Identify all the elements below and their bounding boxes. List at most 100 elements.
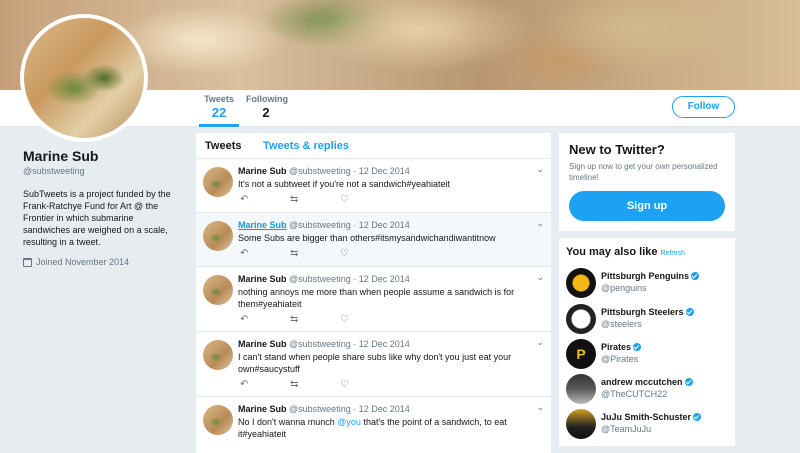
signup-title: New to Twitter? bbox=[569, 142, 665, 157]
heart-icon[interactable]: ♡ bbox=[340, 314, 390, 325]
profile-card: Marine Sub @substweeting SubTweets is a … bbox=[23, 148, 183, 267]
follow-button[interactable]: Follow bbox=[672, 96, 735, 118]
tweet-actions: ↶ ⇆ ♡ bbox=[240, 194, 390, 205]
reply-icon[interactable]: ↶ bbox=[240, 379, 290, 390]
suggestions-card: You may also like Refresh Pittsburgh Peng… bbox=[559, 238, 735, 446]
account-handle[interactable]: @TheCUTCH22 bbox=[601, 389, 667, 399]
tweet-author-handle[interactable]: @substweeting bbox=[289, 404, 351, 414]
tweet-avatar[interactable] bbox=[203, 221, 233, 251]
reply-icon[interactable]: ↶ bbox=[240, 314, 290, 325]
avatar[interactable]: P bbox=[566, 339, 596, 369]
heart-icon[interactable]: ♡ bbox=[340, 379, 390, 390]
chevron-down-icon[interactable]: ⌄ bbox=[536, 164, 544, 175]
tweet-author-name[interactable]: Marine Sub bbox=[238, 166, 287, 176]
verified-badge-icon bbox=[693, 413, 702, 421]
timeline-tabs: Tweets Tweets & replies bbox=[196, 133, 551, 159]
tweet-avatar[interactable] bbox=[203, 405, 233, 435]
tweet-date[interactable]: 12 Dec 2014 bbox=[359, 166, 410, 176]
tweet-avatar[interactable] bbox=[203, 167, 233, 197]
retweet-icon[interactable]: ⇆ bbox=[290, 314, 340, 325]
avatar[interactable] bbox=[566, 268, 596, 298]
reply-icon[interactable]: ↶ bbox=[240, 194, 290, 205]
tweet[interactable]: Marine Sub @substweeting · 12 Dec 2014 ⌄… bbox=[196, 397, 551, 453]
tweet-header: Marine Sub @substweeting · 12 Dec 2014 bbox=[238, 404, 410, 414]
tweet-author-name[interactable]: Marine Sub bbox=[238, 274, 287, 284]
tweet-date[interactable]: 12 Dec 2014 bbox=[359, 339, 410, 349]
account-name[interactable]: JuJu Smith-Schuster bbox=[601, 412, 691, 422]
account-handle[interactable]: @Pirates bbox=[601, 354, 638, 364]
profile-name[interactable]: Marine Sub bbox=[23, 148, 183, 164]
profile-avatar[interactable] bbox=[20, 14, 148, 142]
tweets-stat-value: 22 bbox=[211, 105, 227, 120]
tweet[interactable]: Marine Sub @substweeting · 12 Dec 2014 ⌄… bbox=[196, 267, 551, 332]
signup-description: Sign up now to get your own personalized… bbox=[569, 162, 718, 182]
retweet-icon[interactable]: ⇆ bbox=[290, 194, 340, 205]
tweet[interactable]: Marine Sub @substweeting · 12 Dec 2014 ⌄… bbox=[196, 213, 551, 267]
verified-badge-icon bbox=[685, 308, 694, 316]
profile-handle[interactable]: @substweeting bbox=[23, 166, 183, 176]
avatar[interactable] bbox=[566, 304, 596, 334]
suggestions-title: You may also like bbox=[566, 246, 658, 258]
following-stat-value: 2 bbox=[262, 105, 270, 120]
chevron-down-icon[interactable]: ⌄ bbox=[536, 402, 544, 413]
tweet-text: I can't stand when people share subs lik… bbox=[238, 352, 512, 374]
tweets-stat-label: Tweets bbox=[204, 94, 234, 104]
tweet-text: Some Subs are bigger than others#itsmysa… bbox=[238, 233, 496, 243]
reply-icon[interactable]: ↶ bbox=[240, 248, 290, 259]
heart-icon[interactable]: ♡ bbox=[340, 194, 390, 205]
tweet-text-part: No I don't wanna munch bbox=[238, 417, 338, 427]
tweet-date[interactable]: 12 Dec 2014 bbox=[359, 274, 410, 284]
account-name[interactable]: andrew mccutchen bbox=[601, 377, 683, 387]
suggested-account[interactable]: P Pirates @Pirates bbox=[566, 339, 731, 372]
timeline: Tweets Tweets & replies Marine Sub @subs… bbox=[196, 133, 551, 453]
account-handle[interactable]: @steelers bbox=[601, 319, 642, 329]
calendar-icon bbox=[23, 257, 32, 267]
joined-text: Joined November 2014 bbox=[36, 257, 130, 267]
suggested-account[interactable]: Pittsburgh Penguins @penguins bbox=[566, 268, 731, 301]
chevron-down-icon[interactable]: ⌄ bbox=[536, 337, 544, 348]
account-name[interactable]: Pittsburgh Penguins bbox=[601, 271, 689, 281]
tweet-date[interactable]: 12 Dec 2014 bbox=[359, 220, 410, 230]
tab-tweets[interactable]: Tweets bbox=[205, 140, 241, 152]
heart-icon[interactable]: ♡ bbox=[340, 248, 390, 259]
refresh-link[interactable]: Refresh bbox=[661, 250, 686, 257]
chevron-down-icon[interactable]: ⌄ bbox=[536, 272, 544, 283]
tweet-actions: ↶ ⇆ ♡ bbox=[240, 379, 390, 390]
tab-tweets-and-replies[interactable]: Tweets & replies bbox=[263, 140, 349, 152]
tweet-author-handle[interactable]: @substweeting bbox=[289, 166, 351, 176]
signup-button[interactable]: Sign up bbox=[569, 191, 725, 221]
tweet-author-handle[interactable]: @substweeting bbox=[289, 274, 351, 284]
retweet-icon[interactable]: ⇆ bbox=[290, 379, 340, 390]
tweet-text: No I don't wanna munch @you that's the p… bbox=[238, 416, 518, 440]
suggested-account[interactable]: JuJu Smith-Schuster @TeamJuJu bbox=[566, 409, 731, 442]
verified-badge-icon bbox=[684, 378, 693, 386]
tweet-author-name[interactable]: Marine Sub bbox=[238, 404, 287, 414]
tweet-mention[interactable]: @you bbox=[337, 417, 361, 427]
tweet-avatar[interactable] bbox=[203, 340, 233, 370]
tweets-stat[interactable]: Tweets 22 bbox=[199, 94, 239, 127]
avatar[interactable] bbox=[566, 374, 596, 404]
account-name[interactable]: Pirates bbox=[601, 342, 631, 352]
chevron-down-icon[interactable]: ⌄ bbox=[536, 218, 544, 229]
tweet[interactable]: Marine Sub @substweeting · 12 Dec 2014 ⌄… bbox=[196, 332, 551, 397]
account-handle[interactable]: @penguins bbox=[601, 283, 647, 293]
tweet-author-name[interactable]: Marine Sub bbox=[238, 339, 287, 349]
verified-badge-icon bbox=[691, 272, 700, 280]
tweet-text: It's not a subtweet if you're not a sand… bbox=[238, 179, 451, 189]
tweet-text: nothing annoys me more than when people … bbox=[238, 287, 515, 309]
tweet-date[interactable]: 12 Dec 2014 bbox=[359, 404, 410, 414]
tweet-avatar[interactable] bbox=[203, 275, 233, 305]
suggested-account[interactable]: andrew mccutchen @TheCUTCH22 bbox=[566, 374, 731, 407]
tweet-author-handle[interactable]: @substweeting bbox=[289, 220, 351, 230]
tweet[interactable]: Marine Sub @substweeting · 12 Dec 2014 ⌄… bbox=[196, 159, 551, 213]
following-stat[interactable]: Following 2 bbox=[246, 94, 288, 127]
retweet-icon[interactable]: ⇆ bbox=[290, 248, 340, 259]
account-handle[interactable]: @TeamJuJu bbox=[601, 424, 651, 434]
tweet-author-handle[interactable]: @substweeting bbox=[289, 339, 351, 349]
tweet-header: Marine Sub @substweeting · 12 Dec 2014 bbox=[238, 220, 410, 230]
tweet-author-name[interactable]: Marine Sub bbox=[238, 220, 287, 230]
suggested-account[interactable]: Pittsburgh Steelers @steelers bbox=[566, 304, 731, 337]
joined-date: Joined November 2014 bbox=[23, 257, 183, 267]
avatar[interactable] bbox=[566, 409, 596, 439]
account-name[interactable]: Pittsburgh Steelers bbox=[601, 307, 684, 317]
